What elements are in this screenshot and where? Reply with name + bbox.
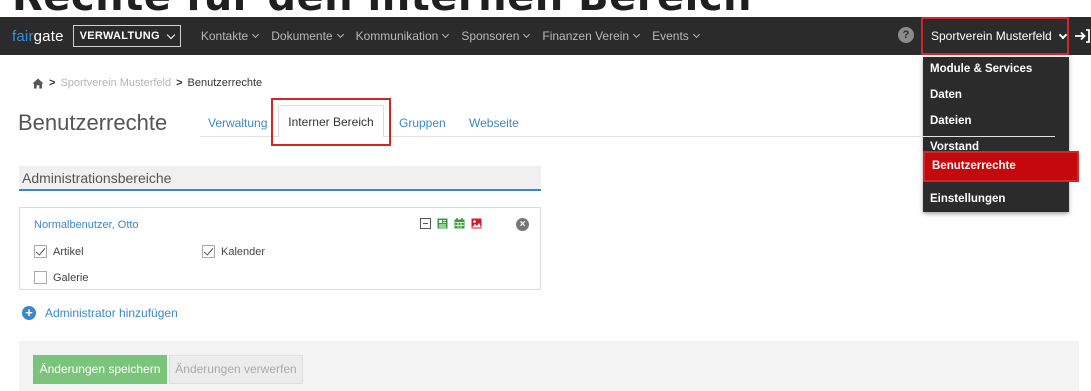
- chevron-down-icon: [166, 30, 176, 39]
- nav-item-dokumente[interactable]: Dokumente: [271, 29, 344, 43]
- nav-item-label: Kontakte: [200, 29, 249, 43]
- permission-checkbox[interactable]: [34, 245, 47, 258]
- dropdown-item-einstellungen[interactable]: Einstellungen: [930, 193, 1005, 205]
- article-icon: [437, 218, 448, 229]
- permission-label: Kalender: [221, 245, 266, 258]
- nav-item-label: Finanzen Verein: [542, 29, 630, 43]
- permission-label: Artikel: [53, 245, 84, 258]
- nav-item-finanzen-verein[interactable]: Finanzen Verein: [542, 29, 641, 43]
- plus-circle-icon: +: [22, 306, 36, 320]
- permission-galerie[interactable]: Galerie: [34, 271, 88, 284]
- chevron-down-icon: [442, 30, 450, 39]
- dropdown-item-daten[interactable]: Daten: [930, 89, 962, 101]
- breadcrumb-separator: >: [176, 77, 183, 89]
- chevron-down-icon: [633, 30, 641, 39]
- tab-interner-bereich[interactable]: Interner Bereich: [278, 105, 384, 137]
- breadcrumb-separator: >: [49, 77, 56, 89]
- admin-card: Normalbenutzer, Otto × Artikel Kalender …: [19, 207, 541, 290]
- permission-artikel[interactable]: Artikel: [34, 245, 84, 258]
- main-nav: Kontakte Dokumente Kommunikation Sponsor…: [201, 29, 712, 43]
- tab-webseite[interactable]: Webseite: [469, 116, 519, 130]
- nav-item-label: Sponsoren: [461, 29, 520, 43]
- permission-checkbox[interactable]: [202, 245, 215, 258]
- permission-kalender[interactable]: Kalender: [202, 245, 265, 258]
- nav-item-label: Kommunikation: [355, 29, 439, 43]
- nav-item-kommunikation[interactable]: Kommunikation: [355, 29, 450, 43]
- admin-name-link[interactable]: Normalbenutzer, Otto: [34, 219, 139, 231]
- nav-item-label: Events: [652, 29, 689, 43]
- collapse-icon[interactable]: [420, 218, 431, 229]
- module-select[interactable]: VERWALTUNG: [72, 25, 181, 47]
- breadcrumb-current: Benutzerrechte: [187, 77, 263, 89]
- remove-admin-icon[interactable]: ×: [516, 218, 529, 231]
- dropdown-item-dateien[interactable]: Dateien: [930, 115, 972, 127]
- save-changes-button[interactable]: Änderungen speichern: [33, 355, 167, 384]
- tab-verwaltung[interactable]: Verwaltung: [208, 116, 267, 130]
- nav-item-label: Dokumente: [271, 29, 333, 43]
- logo-accent-text: fair: [12, 27, 34, 45]
- page-title: Benutzerrechte: [18, 110, 168, 135]
- club-dropdown-menu: Module & Services Daten Dateien Vorstand…: [923, 57, 1079, 212]
- calendar-icon: [454, 218, 465, 229]
- module-select-label: VERWALTUNG: [79, 30, 160, 42]
- chevron-down-icon: [1058, 30, 1067, 39]
- chevron-down-icon: [523, 30, 531, 39]
- help-icon[interactable]: ?: [898, 27, 914, 43]
- gallery-icon: [471, 218, 482, 229]
- permission-checkbox[interactable]: [34, 271, 47, 284]
- nav-item-events[interactable]: Events: [652, 29, 700, 43]
- top-navbar: fairgate VERWALTUNG Kontakte Dokumente K…: [0, 17, 1091, 55]
- add-admin-link[interactable]: + Administrator hinzufügen: [22, 306, 178, 320]
- logout-icon[interactable]: [1073, 27, 1091, 45]
- chevron-down-icon: [692, 30, 700, 39]
- section-title: Administrationsbereiche: [19, 166, 541, 191]
- admin-module-icons: [420, 218, 482, 229]
- home-icon[interactable]: [32, 78, 44, 89]
- club-menu-label: Sportverein Musterfeld: [931, 29, 1052, 43]
- tab-gruppen[interactable]: Gruppen: [399, 116, 446, 130]
- club-menu-button[interactable]: Sportverein Musterfeld: [921, 17, 1069, 55]
- breadcrumb: > Sportverein Musterfeld > Benutzerrecht…: [32, 77, 262, 89]
- nav-item-sponsoren[interactable]: Sponsoren: [461, 29, 531, 43]
- dropdown-item-benutzerrechte[interactable]: Benutzerrechte: [923, 151, 1079, 182]
- dropdown-item-module-services[interactable]: Module & Services: [930, 63, 1032, 75]
- permission-label: Galerie: [53, 271, 89, 284]
- add-admin-label: Administrator hinzufügen: [45, 306, 178, 320]
- discard-changes-button[interactable]: Änderungen verwerfen: [169, 355, 303, 384]
- breadcrumb-parent[interactable]: Sportverein Musterfeld: [60, 77, 171, 89]
- logo-rest-text: gate: [33, 27, 64, 45]
- fairgate-logo[interactable]: fairgate: [12, 28, 64, 45]
- chevron-down-icon: [252, 30, 260, 39]
- nav-item-kontakte[interactable]: Kontakte: [200, 29, 260, 43]
- chevron-down-icon: [336, 30, 344, 39]
